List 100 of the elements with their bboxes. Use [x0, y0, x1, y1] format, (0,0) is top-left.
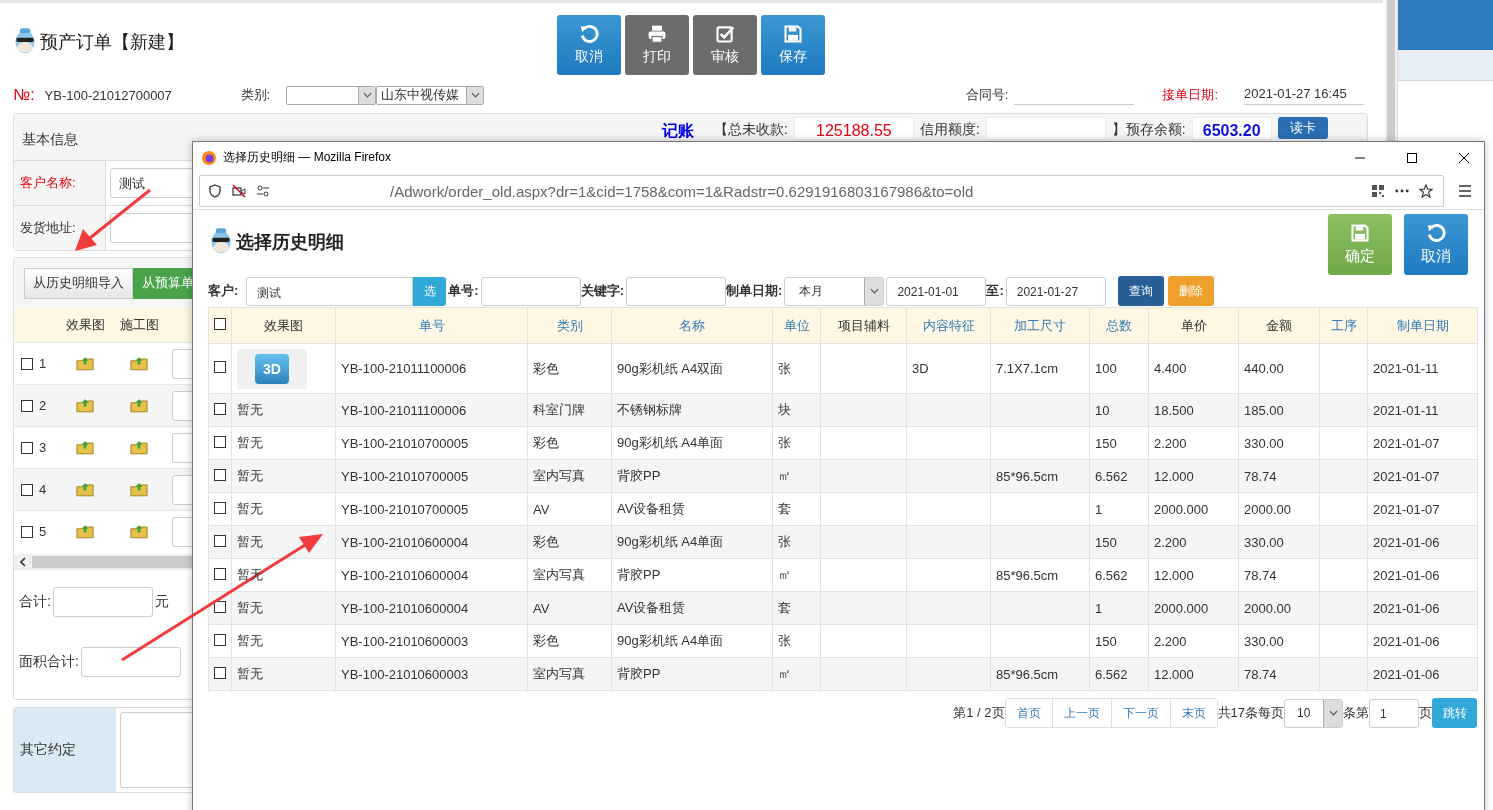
- unpaid-label: 【总未收款:: [714, 120, 788, 139]
- star-icon[interactable]: [1419, 184, 1433, 198]
- folder-upload-icon[interactable]: [130, 398, 148, 413]
- table-cell: 12.000: [1148, 558, 1239, 592]
- column-sort-link[interactable]: 总数: [1089, 307, 1149, 344]
- order-number-label: 单号:: [448, 282, 479, 300]
- row-checkbox[interactable]: [214, 567, 226, 580]
- keyword-field[interactable]: [626, 276, 727, 306]
- folder-upload-icon[interactable]: [76, 356, 94, 371]
- permissions-icon[interactable]: [256, 184, 270, 198]
- table-cell: 2021-01-06: [1367, 558, 1478, 592]
- cancel-button[interactable]: 取消: [1404, 213, 1468, 275]
- jump-button[interactable]: 跳转: [1432, 698, 1477, 728]
- account-link[interactable]: 记账: [648, 117, 708, 142]
- area-total-field[interactable]: [80, 647, 181, 677]
- folder-upload-icon[interactable]: [76, 440, 94, 455]
- table-cell: ㎡: [772, 459, 821, 493]
- table-cell: 套: [772, 591, 821, 625]
- scroll-left-icon[interactable]: [20, 557, 26, 567]
- folder-upload-icon[interactable]: [130, 356, 148, 371]
- approve-button[interactable]: 审核: [693, 15, 757, 75]
- camera-blocked-icon[interactable]: [232, 184, 246, 198]
- folder-upload-icon[interactable]: [76, 524, 94, 539]
- table-cell: 暂无: [231, 492, 336, 526]
- column-sort-link[interactable]: 制单日期: [1367, 307, 1478, 344]
- table-cell: 2.200: [1148, 525, 1239, 559]
- table-cell: 330.00: [1238, 426, 1320, 460]
- confirm-button[interactable]: 确定: [1328, 213, 1392, 275]
- shield-icon[interactable]: [208, 184, 222, 198]
- column-sort-link[interactable]: 工序: [1319, 307, 1368, 344]
- import-button[interactable]: 从历史明细导入: [24, 267, 133, 299]
- other-terms-label: 其它约定: [14, 708, 116, 792]
- cancel-button[interactable]: 取消: [557, 15, 621, 75]
- total-field[interactable]: [52, 587, 153, 617]
- table-cell: 2021-01-06: [1367, 657, 1478, 691]
- end-date-field[interactable]: 2021-01-27: [1005, 276, 1106, 306]
- table-cell: 150: [1089, 525, 1149, 559]
- row-checkbox[interactable]: [214, 361, 226, 373]
- row-checkbox[interactable]: [214, 666, 226, 679]
- start-date-field[interactable]: 2021-01-01: [886, 276, 987, 306]
- folder-upload-icon[interactable]: [130, 440, 148, 455]
- column-sort-link[interactable]: 内容特征: [906, 307, 991, 344]
- row-number: 2: [39, 398, 48, 413]
- maximize-icon[interactable]: [1406, 151, 1418, 164]
- select-button[interactable]: 选: [413, 276, 447, 306]
- row-checkbox[interactable]: [214, 633, 226, 646]
- row-checkbox[interactable]: [20, 357, 33, 370]
- row-checkbox[interactable]: [214, 501, 226, 514]
- page-size-select[interactable]: 10: [1284, 698, 1343, 728]
- row-checkbox[interactable]: [214, 534, 226, 547]
- table-cell: 彩色: [527, 426, 612, 460]
- table-cell: YB-100-21010600004: [335, 591, 528, 625]
- table-cell: 张: [772, 426, 821, 460]
- address-bar[interactable]: /Adwork/order_old.aspx?dr=1&cid=1758&com=1&Radstr=0.6291916803167986&to=old: [199, 175, 1444, 207]
- row-checkbox[interactable]: [20, 399, 33, 412]
- keyword-label: 关键字:: [580, 282, 625, 300]
- menu-icon[interactable]: [1458, 185, 1472, 197]
- table-cell: 12.000: [1148, 657, 1239, 691]
- table-cell: 1: [1089, 492, 1149, 526]
- deposit-field: 6503.20: [1191, 117, 1272, 140]
- table-cell: 张: [772, 343, 821, 394]
- table-cell: ㎡: [772, 558, 821, 592]
- folder-upload-icon[interactable]: [130, 482, 148, 497]
- table-cell: 90g彩机纸 A4单面: [611, 624, 773, 658]
- qr-code-icon[interactable]: [1371, 184, 1385, 198]
- column-sort-link[interactable]: 名称: [611, 307, 773, 344]
- pagination-button[interactable]: 首页: [1005, 699, 1053, 727]
- folder-upload-icon[interactable]: [76, 398, 94, 413]
- row-checkbox[interactable]: [214, 435, 226, 448]
- order-number-field[interactable]: [480, 276, 581, 306]
- read-card-button[interactable]: 读卡: [1277, 117, 1328, 139]
- column-header: 金额: [1238, 307, 1320, 344]
- folder-upload-icon[interactable]: [76, 482, 94, 497]
- page-number-field[interactable]: 1: [1369, 698, 1419, 728]
- column-sort-link[interactable]: 单号: [335, 307, 528, 344]
- search-button[interactable]: 查询: [1117, 276, 1164, 306]
- row-checkbox[interactable]: [20, 525, 33, 538]
- table-cell: 78.74: [1238, 558, 1320, 592]
- row-checkbox[interactable]: [214, 468, 226, 481]
- customer-field[interactable]: 测试: [246, 276, 414, 306]
- column-sort-link[interactable]: 类别: [527, 307, 612, 344]
- folder-upload-icon[interactable]: [130, 524, 148, 539]
- row-checkbox[interactable]: [20, 483, 33, 496]
- select-all-checkbox[interactable]: [214, 318, 226, 330]
- column-sort-link[interactable]: 加工尺寸: [990, 307, 1090, 344]
- column-sort-link[interactable]: 单位: [772, 307, 821, 344]
- close-icon[interactable]: [1458, 151, 1470, 164]
- table-cell: 彩色: [527, 343, 612, 394]
- order-date-field[interactable]: 2021-01-27 16:45: [1244, 85, 1364, 105]
- thumbnail-image[interactable]: 3D: [237, 348, 307, 389]
- row-checkbox[interactable]: [20, 441, 33, 454]
- table-cell: YB-100-21010600004: [335, 525, 528, 559]
- save-button[interactable]: 保存: [761, 15, 825, 75]
- table-cell: 2000.000: [1148, 591, 1239, 625]
- period-select[interactable]: 本月: [784, 276, 885, 306]
- table-cell: 4.400: [1148, 343, 1239, 394]
- company-select[interactable]: 山东中视传媒: [376, 85, 485, 105]
- row-checkbox[interactable]: [214, 402, 226, 415]
- table-cell: YB-100-21011100006: [335, 343, 528, 394]
- print-button[interactable]: 打印: [625, 15, 689, 75]
